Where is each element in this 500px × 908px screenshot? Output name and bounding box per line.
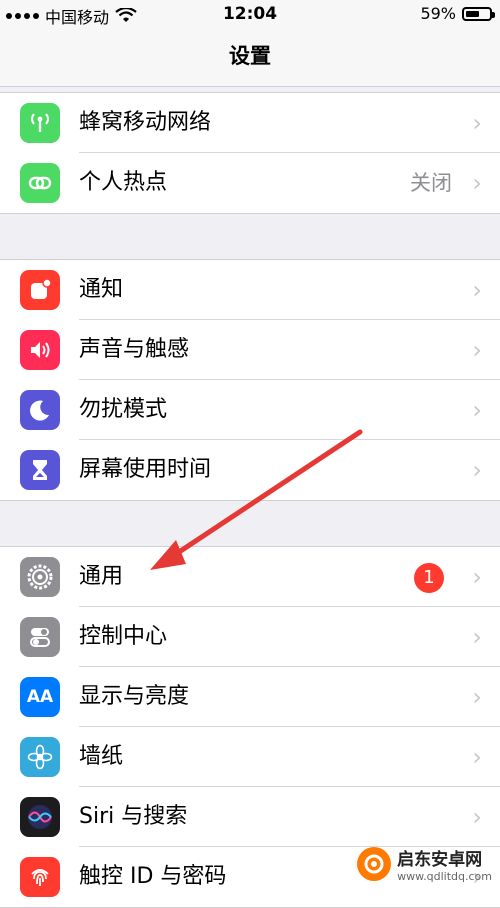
moon-icon xyxy=(20,390,60,430)
settings-row-label: 通知 xyxy=(79,277,124,302)
settings-group-notifications: 通知 › 声音与触感 › 勿扰模式 › 屏幕使用时间 › xyxy=(0,259,500,501)
settings-row-siri-search[interactable]: Siri 与搜索 › xyxy=(0,787,500,847)
settings-row-control-center[interactable]: 控制中心 › xyxy=(0,607,500,667)
settings-row-hotspot[interactable]: 个人热点 关闭 › xyxy=(0,153,500,213)
hotspot-status-value: 关闭 xyxy=(410,171,452,195)
chevron-right-icon: › xyxy=(472,276,482,304)
settings-row-label: 屏幕使用时间 xyxy=(79,457,212,482)
battery-icon xyxy=(462,6,495,21)
settings-row-screen-time[interactable]: 屏幕使用时间 › xyxy=(0,440,500,500)
flower-icon xyxy=(20,737,60,777)
chevron-right-icon: › xyxy=(472,456,482,484)
chevron-right-icon: › xyxy=(472,336,482,364)
watermark-logo xyxy=(357,847,392,881)
cellular-antenna-icon xyxy=(20,103,60,143)
settings-row-label: 显示与亮度 xyxy=(79,684,190,709)
settings-row-label: 个人热点 xyxy=(79,170,168,195)
chevron-right-icon: › xyxy=(472,563,482,591)
text-size-icon: AA xyxy=(20,677,60,717)
settings-row-general[interactable]: 通用 1 › xyxy=(0,547,500,607)
settings-row-do-not-disturb[interactable]: 勿扰模式 › xyxy=(0,380,500,440)
hourglass-icon xyxy=(20,450,60,490)
settings-row-sounds[interactable]: 声音与触感 › xyxy=(0,320,500,380)
battery-percentage: 59% xyxy=(420,4,456,23)
settings-row-notifications[interactable]: 通知 › xyxy=(0,260,500,320)
notification-badge: 1 xyxy=(414,563,444,593)
toggle-switches-icon xyxy=(20,617,60,657)
settings-row-cellular[interactable]: 蜂窝移动网络 › xyxy=(0,93,500,153)
settings-row-label: 蜂窝移动网络 xyxy=(79,110,212,135)
status-bar: 中国移动 12:04 59% xyxy=(0,0,500,30)
chevron-right-icon: › xyxy=(472,169,482,197)
settings-row-display-brightness[interactable]: AA 显示与亮度 › xyxy=(0,667,500,727)
watermark-url: www.qdlitdq.com xyxy=(397,870,492,883)
settings-row-label: 触控 ID 与密码 xyxy=(79,864,227,889)
settings-row-label: 墙纸 xyxy=(79,744,124,769)
chevron-right-icon: › xyxy=(472,743,482,771)
chevron-right-icon: › xyxy=(472,803,482,831)
chevron-right-icon: › xyxy=(472,623,482,651)
settings-group-network: 蜂窝移动网络 › 个人热点 关闭 › xyxy=(0,92,500,214)
watermark-name: 启东安卓网 xyxy=(397,850,483,870)
page-title: 设置 xyxy=(229,44,271,68)
battery-fill xyxy=(466,10,479,17)
settings-row-label: Siri 与搜索 xyxy=(79,804,188,829)
fingerprint-icon xyxy=(20,857,60,897)
chevron-right-icon: › xyxy=(472,683,482,711)
settings-row-label: 勿扰模式 xyxy=(79,397,168,422)
settings-row-label: 声音与触感 xyxy=(79,337,190,362)
gear-icon xyxy=(20,557,60,597)
watermark: 启东安卓网 www.qdlitdq.com xyxy=(357,845,492,883)
settings-row-label: 通用 xyxy=(79,564,124,589)
notification-icon xyxy=(20,270,60,310)
status-right: 59% xyxy=(420,4,495,23)
settings-row-label: 控制中心 xyxy=(79,624,168,649)
speaker-icon xyxy=(20,330,60,370)
chevron-right-icon: › xyxy=(472,396,482,424)
text-size-icon-glyph: AA xyxy=(26,687,54,707)
navigation-bar: 设置 xyxy=(0,30,500,87)
hotspot-link-icon xyxy=(20,163,60,203)
chevron-right-icon: › xyxy=(472,109,482,137)
watermark-text: 启东安卓网 www.qdlitdq.com xyxy=(397,845,492,883)
settings-row-wallpaper[interactable]: 墙纸 › xyxy=(0,727,500,787)
siri-icon xyxy=(20,797,60,837)
